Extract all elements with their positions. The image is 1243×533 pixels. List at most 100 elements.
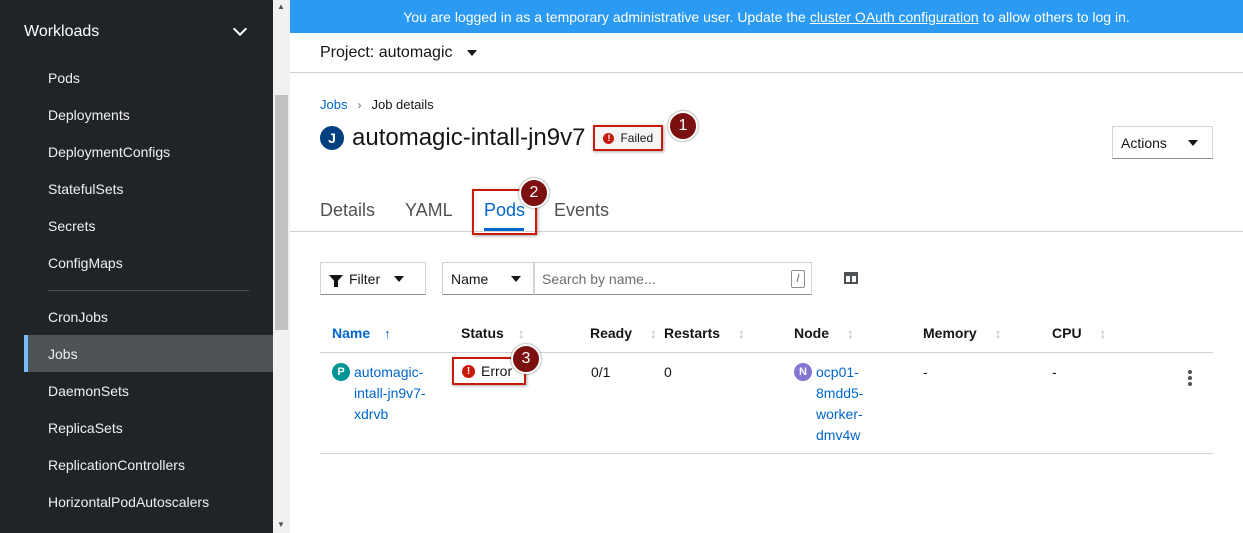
page-heading: J automagic-intall-jn9v7 ! Failed bbox=[320, 124, 664, 152]
sidebar-nav: Workloads Pods Deployments DeploymentCon… bbox=[0, 0, 273, 533]
column-header-label: CPU bbox=[1052, 325, 1082, 341]
actions-dropdown[interactable]: Actions bbox=[1112, 126, 1213, 159]
column-header-label: Memory bbox=[923, 325, 977, 341]
node-name-link[interactable]: ocp01- 8mdd5- worker- dmv4w bbox=[816, 362, 863, 446]
project-bar: Project: automagic bbox=[290, 33, 1243, 73]
column-header-label: Status bbox=[461, 325, 504, 341]
sidebar-scrollbar[interactable]: ▲ ▼ bbox=[273, 0, 290, 533]
breadcrumb-current: Job details bbox=[371, 97, 434, 112]
sort-icon: ↕ bbox=[738, 325, 745, 341]
sidebar-item-configmaps[interactable]: ConfigMaps bbox=[24, 244, 273, 281]
sidebar-item-statefulsets[interactable]: StatefulSets bbox=[24, 170, 273, 207]
pod-memory-cell: - bbox=[923, 364, 928, 380]
sidebar-section-label: Workloads bbox=[24, 23, 100, 40]
scroll-down-icon[interactable]: ▼ bbox=[277, 520, 285, 529]
caret-down-icon bbox=[1188, 139, 1198, 146]
project-selector[interactable]: Project: automagic bbox=[320, 44, 477, 62]
sidebar-item-secrets[interactable]: Secrets bbox=[24, 207, 273, 244]
caret-down-icon bbox=[511, 275, 521, 282]
filter-type-label: Name bbox=[451, 270, 489, 287]
filter-icon bbox=[329, 274, 343, 287]
status-badge-text: Failed bbox=[620, 131, 654, 145]
filter-dropdown[interactable]: Filter bbox=[320, 262, 426, 295]
sidebar-item-label: StatefulSets bbox=[48, 180, 124, 197]
sidebar-item-horizontalpodautoscalers[interactable]: HorizontalPodAutoscalers bbox=[24, 483, 273, 520]
sort-icon: ↕ bbox=[517, 325, 525, 341]
kebab-menu-icon[interactable] bbox=[1188, 370, 1192, 386]
job-resource-badge: J bbox=[320, 126, 344, 150]
sort-up-icon: ↑ bbox=[384, 325, 391, 341]
sidebar-item-label: ReplicaSets bbox=[48, 419, 123, 436]
sidebar-item-label: Deployments bbox=[48, 106, 130, 123]
annotation-marker-3: 3 bbox=[511, 344, 541, 374]
sidebar-item-label: Pods bbox=[48, 69, 80, 86]
column-header-memory[interactable]: Memory ↕ bbox=[923, 325, 1001, 341]
column-header-cpu[interactable]: CPU ↕ bbox=[1052, 325, 1106, 341]
column-header-label: Ready bbox=[590, 325, 633, 341]
sidebar-item-cronjobs[interactable]: CronJobs bbox=[24, 298, 273, 335]
column-header-name[interactable]: Name ↑ bbox=[332, 325, 391, 341]
sidebar-item-jobs[interactable]: Jobs bbox=[24, 335, 273, 372]
pod-name-line: automagic- bbox=[354, 364, 424, 380]
sort-icon: ↕ bbox=[1099, 325, 1107, 341]
filter-type-select[interactable]: Name bbox=[442, 262, 534, 295]
table-divider bbox=[320, 453, 1213, 454]
tab-events[interactable]: Events bbox=[554, 200, 609, 221]
tab-bar: Details YAML Pods Events bbox=[290, 191, 1243, 232]
actions-label: Actions bbox=[1121, 134, 1167, 151]
filter-label: Filter bbox=[349, 270, 381, 287]
page-title: automagic-intall-jn9v7 bbox=[352, 124, 586, 151]
search-input[interactable] bbox=[542, 270, 782, 287]
sidebar-item-deployments[interactable]: Deployments bbox=[24, 96, 273, 133]
sidebar-section-workloads[interactable]: Workloads bbox=[24, 20, 249, 44]
exclamation-circle-icon: ! bbox=[603, 132, 615, 144]
status-badge: ! Failed bbox=[593, 125, 664, 151]
keyboard-shortcut-hint: / bbox=[791, 270, 805, 288]
scrollbar-thumb[interactable] bbox=[275, 95, 288, 330]
pod-name-line: xdrvb bbox=[354, 406, 389, 422]
sidebar-item-daemonsets[interactable]: DaemonSets bbox=[24, 372, 273, 409]
oauth-config-link[interactable]: cluster OAuth configuration bbox=[810, 9, 979, 25]
caret-down-icon bbox=[394, 275, 405, 282]
sidebar-item-label: Jobs bbox=[48, 345, 78, 362]
sidebar-item-label: DaemonSets bbox=[48, 382, 129, 399]
annotation-marker-2: 2 bbox=[519, 178, 549, 208]
breadcrumb: Jobs › Job details bbox=[320, 97, 434, 112]
caret-down-icon bbox=[466, 49, 477, 56]
node-name-line: 8mdd5- bbox=[816, 385, 864, 401]
sort-icon: ↕ bbox=[847, 325, 854, 341]
sidebar-item-label: HorizontalPodAutoscalers bbox=[48, 493, 210, 510]
node-name-line: worker- bbox=[816, 406, 863, 422]
column-header-status[interactable]: Status ↕ bbox=[461, 325, 524, 341]
sidebar-item-label: Secrets bbox=[48, 217, 96, 234]
sidebar-divider bbox=[48, 290, 249, 291]
column-management-icon[interactable] bbox=[844, 272, 858, 284]
pod-name-link[interactable]: automagic- intall-jn9v7- xdrvb bbox=[354, 362, 426, 425]
column-header-label: Restarts bbox=[664, 325, 721, 341]
pod-restarts-cell: 0 bbox=[664, 364, 672, 380]
table-divider bbox=[320, 352, 1213, 353]
chevron-down-icon bbox=[232, 21, 248, 37]
sidebar-item-replicasets[interactable]: ReplicaSets bbox=[24, 409, 273, 446]
pod-status-text: Error bbox=[481, 363, 513, 379]
sidebar-item-deploymentconfigs[interactable]: DeploymentConfigs bbox=[24, 133, 273, 170]
sidebar-item-label: ConfigMaps bbox=[48, 254, 123, 271]
banner-text-after: to allow others to log in. bbox=[982, 8, 1130, 25]
temporary-admin-banner: You are logged in as a temporary adminis… bbox=[290, 0, 1243, 33]
column-header-node[interactable]: Node ↕ bbox=[794, 325, 854, 341]
tab-yaml[interactable]: YAML bbox=[405, 200, 453, 221]
sort-icon: ↕ bbox=[650, 325, 657, 341]
sidebar-item-replicationcontrollers[interactable]: ReplicationControllers bbox=[24, 446, 273, 483]
scroll-up-icon[interactable]: ▲ bbox=[277, 2, 285, 11]
tab-details[interactable]: Details bbox=[320, 200, 375, 221]
breadcrumb-jobs-link[interactable]: Jobs bbox=[320, 97, 347, 112]
column-header-ready[interactable]: Ready ↕ bbox=[590, 325, 657, 341]
search-box: / bbox=[534, 262, 812, 295]
exclamation-circle-icon: ! bbox=[462, 364, 475, 378]
node-resource-badge: N bbox=[794, 363, 812, 381]
sidebar-item-label: DeploymentConfigs bbox=[48, 143, 171, 160]
sidebar-item-pods[interactable]: Pods bbox=[24, 59, 273, 96]
sort-icon: ↕ bbox=[994, 325, 1002, 341]
column-header-label: Name bbox=[332, 325, 371, 341]
column-header-restarts[interactable]: Restarts ↕ bbox=[664, 325, 745, 341]
